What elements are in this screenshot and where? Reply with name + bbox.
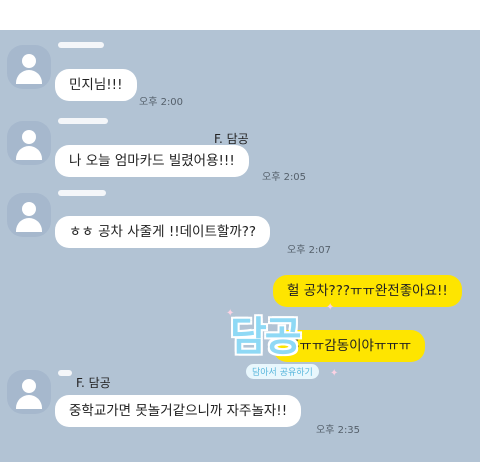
message-time: 오후 2:07 — [287, 245, 332, 256]
sender-name-blurred — [58, 370, 72, 376]
message-bubble[interactable]: ㅎㅎ 공차 사줄게 !!데이트할까?? — [55, 216, 271, 248]
avatar-head-icon — [22, 130, 36, 144]
avatar[interactable] — [7, 121, 51, 165]
watermark-title: 담공 — [230, 314, 302, 360]
message-time: 오후 2:00 — [139, 97, 184, 108]
sparkle-icon: ✦ — [326, 302, 335, 313]
avatar-head-icon — [22, 202, 36, 216]
avatar-body-icon — [16, 395, 42, 409]
chat-area[interactable]: 민지님!!! 오후 2:00 F. 담공 나 오늘 엄마카드 빌렸어용!!! 오… — [0, 30, 480, 462]
sparkle-icon: ✦ — [330, 368, 339, 379]
message-time: 오후 2:35 — [316, 425, 361, 436]
avatar[interactable] — [7, 193, 51, 237]
avatar-head-icon — [22, 54, 36, 68]
sender-name-blurred — [58, 42, 104, 48]
avatar[interactable] — [7, 45, 51, 89]
sender-name-blurred — [58, 190, 106, 196]
avatar-body-icon — [16, 146, 42, 160]
watermark-subtitle: 담아서 공유하기 — [246, 364, 319, 379]
avatar[interactable] — [7, 370, 51, 414]
avatar-head-icon — [22, 379, 36, 393]
message-bubble[interactable]: 민지님!!! — [55, 69, 137, 101]
sender-name-blurred — [58, 118, 108, 124]
watermark-logo: ✦ ✦ ✦ 담공 담아서 공유하기 — [226, 298, 342, 394]
message-bubble[interactable]: 중학교가면 못놀거같으니까 자주놀자!! — [55, 395, 302, 427]
avatar-body-icon — [16, 70, 42, 84]
message-bubble[interactable]: 나 오늘 엄마카드 빌렸어용!!! — [55, 145, 249, 177]
avatar-body-icon — [16, 218, 42, 232]
message-time: 오후 2:05 — [262, 172, 307, 183]
sender-name: F. 담공 — [76, 376, 111, 390]
